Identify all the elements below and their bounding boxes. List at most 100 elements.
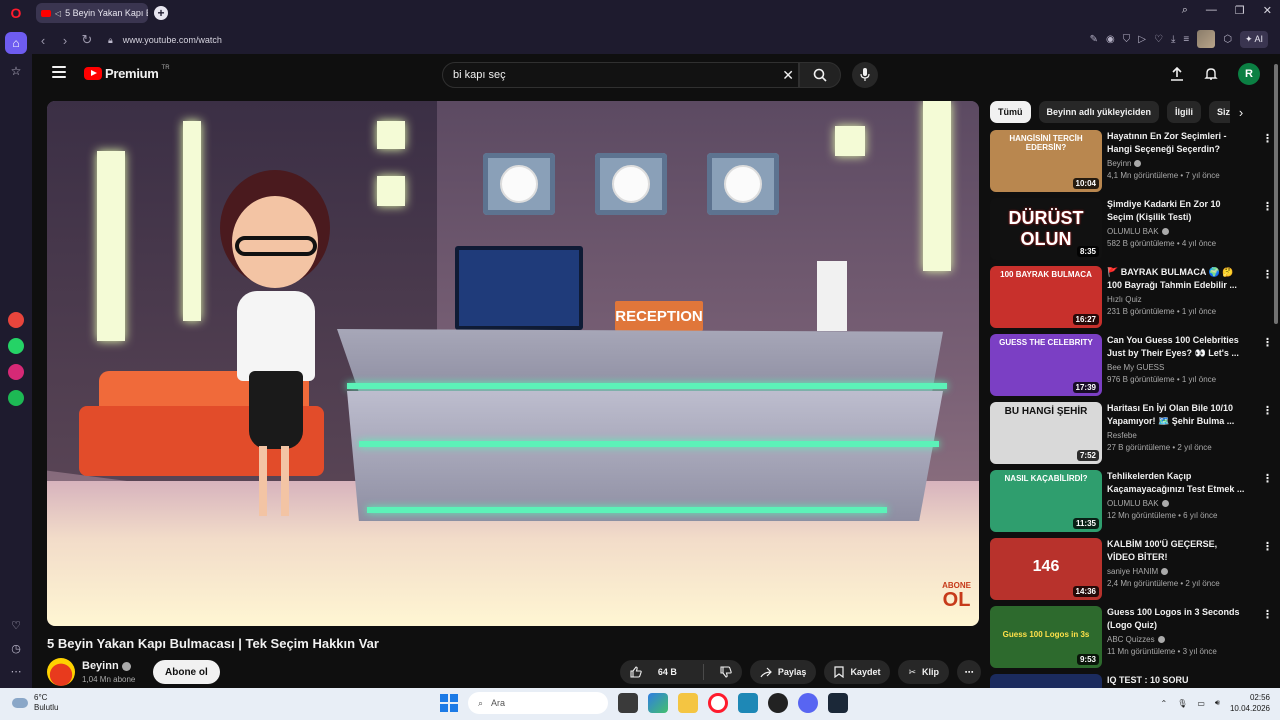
- favorite-icon[interactable]: ♡: [1154, 34, 1163, 45]
- more-actions-button[interactable]: ⋯: [957, 660, 981, 684]
- heart-icon[interactable]: ♡: [11, 619, 21, 632]
- video-thumbnail[interactable]: Guess 100 Logos in 3s 9:53: [990, 606, 1102, 668]
- more-options-icon[interactable]: ⋮: [1262, 336, 1272, 349]
- video-player[interactable]: RECEPTION ABONE OL: [47, 101, 979, 626]
- recommendation-channel[interactable]: ABC Quizzes: [1107, 635, 1155, 644]
- more-options-icon[interactable]: ⋮: [1262, 200, 1272, 213]
- recommendation-item[interactable]: IQ TEST : 10 SORU: [990, 674, 1272, 688]
- channel-avatar[interactable]: [47, 658, 75, 686]
- bookmarks-star-icon[interactable]: ☆: [5, 60, 27, 82]
- home-icon[interactable]: ⌂: [5, 32, 27, 54]
- chip-from-uploader[interactable]: Beyinn adlı yükleyiciden: [1038, 101, 1160, 123]
- recommendation-title[interactable]: Haritası En İyi Olan Bile 10/10 Yapamıyo…: [1107, 402, 1247, 428]
- recommendation-channel[interactable]: Beyinn: [1107, 159, 1131, 168]
- recommendation-item[interactable]: BU HANGİ ŞEHİR 7:52 Haritası En İyi Olan…: [990, 402, 1272, 470]
- forward-icon[interactable]: ›: [54, 33, 76, 48]
- network-icon[interactable]: ▭: [1197, 699, 1205, 708]
- weather-widget[interactable]: 6°C Bulutlu: [12, 693, 58, 713]
- maximize-button[interactable]: ❐: [1235, 4, 1245, 17]
- search-tabs-icon[interactable]: ⌕: [1182, 4, 1188, 17]
- chips-next-arrow-icon[interactable]: ›: [1230, 101, 1252, 123]
- microphone-tray-icon[interactable]: 🎙︎: [1177, 699, 1187, 708]
- recommendation-channel[interactable]: Hızlı Quiz: [1107, 295, 1142, 304]
- video-thumbnail[interactable]: 146 14:36: [990, 538, 1102, 600]
- recommendation-channel[interactable]: Bee My GUESS: [1107, 363, 1164, 372]
- recommendation-item[interactable]: GUESS THE CELEBRITY 17:39 Can You Guess …: [990, 334, 1272, 402]
- browser-tab-active[interactable]: ◁ 5 Beyin Yakan Kapı Bu: [36, 3, 148, 23]
- like-button[interactable]: 64 B: [620, 660, 697, 684]
- recommendation-item[interactable]: 146 14:36 KALBİM 100'Ü GEÇERSE, VİDEO Bİ…: [990, 538, 1272, 606]
- instagram-icon[interactable]: [8, 364, 24, 380]
- recommendation-title[interactable]: Can You Guess 100 Celebrities Just by Th…: [1107, 334, 1247, 360]
- youtube-premium-logo[interactable]: Premium TR: [84, 65, 170, 81]
- recommendation-title[interactable]: Tehlikelerden Kaçıp Kaçamayacağınızı Tes…: [1107, 470, 1247, 496]
- opera-logo-icon[interactable]: O: [0, 0, 32, 26]
- tray-chevron-icon[interactable]: ⌃: [1160, 699, 1167, 708]
- more-options-icon[interactable]: ⋮: [1262, 608, 1272, 621]
- new-tab-button[interactable]: +: [154, 6, 168, 20]
- chip-all[interactable]: Tümü: [990, 101, 1031, 123]
- recommendation-title[interactable]: IQ TEST : 10 SORU: [1107, 674, 1247, 687]
- ai-button[interactable]: ✦ AI: [1239, 30, 1268, 48]
- browser-taskbar-icon[interactable]: [738, 693, 758, 713]
- more-options-icon[interactable]: ⋮: [1262, 540, 1272, 553]
- search-button[interactable]: [799, 62, 841, 88]
- volume-icon[interactable]: 🔊︎: [1215, 698, 1220, 708]
- clear-search-icon[interactable]: ✕: [782, 67, 794, 84]
- minimize-button[interactable]: —: [1206, 4, 1217, 17]
- recommendation-title[interactable]: Şimdiye Kadarki En Zor 10 Seçim (Kişilik…: [1107, 198, 1247, 224]
- recommendation-item[interactable]: NASIL KAÇABİLİRDİ? 11:35 Tehlikelerden K…: [990, 470, 1272, 538]
- start-windows-icon[interactable]: [440, 694, 458, 712]
- speaker-icon[interactable]: ◁: [55, 9, 61, 18]
- upload-icon[interactable]: [1170, 67, 1184, 81]
- share-button[interactable]: Paylaş: [749, 660, 817, 684]
- close-window-button[interactable]: ✕: [1263, 4, 1272, 17]
- steam-icon[interactable]: [828, 693, 848, 713]
- video-thumbnail[interactable]: DÜRÜST OLUN 8:35: [990, 198, 1102, 260]
- recommendation-item[interactable]: 100 BAYRAK BULMACA 16:27 🚩 BAYRAK BULMAC…: [990, 266, 1272, 334]
- video-thumbnail[interactable]: BU HANGİ ŞEHİR 7:52: [990, 402, 1102, 464]
- recommendation-channel[interactable]: Resfebe: [1107, 431, 1137, 440]
- recommendation-item[interactable]: Guess 100 Logos in 3s 9:53 Guess 100 Log…: [990, 606, 1272, 674]
- more-options-icon[interactable]: ⋮: [1262, 404, 1272, 417]
- dislike-button[interactable]: [710, 660, 742, 684]
- taskbar-search-input[interactable]: ⌕ Ara: [468, 692, 608, 714]
- recommendation-item[interactable]: HANGİSİNİ TERCİH EDERSİN? 10:04 Hayatını…: [990, 130, 1272, 198]
- player-icon[interactable]: ▷: [1138, 34, 1146, 45]
- lock-icon[interactable]: 🔒︎: [108, 35, 113, 46]
- camera-icon[interactable]: ◉: [1106, 34, 1115, 45]
- recommendation-title[interactable]: Guess 100 Logos in 3 Seconds (Logo Quiz): [1107, 606, 1247, 632]
- recommendation-channel[interactable]: OLUMLU BAK: [1107, 499, 1159, 508]
- recommendation-title[interactable]: KALBİM 100'Ü GEÇERSE, VİDEO BİTER!: [1107, 538, 1247, 564]
- whatsapp-icon[interactable]: [8, 338, 24, 354]
- spotify-icon[interactable]: [8, 390, 24, 406]
- gmail-icon[interactable]: [8, 312, 24, 328]
- task-view-icon[interactable]: [618, 693, 638, 713]
- notifications-bell-icon[interactable]: [1204, 67, 1218, 81]
- more-options-icon[interactable]: ⋯: [11, 665, 22, 678]
- copilot-icon[interactable]: [648, 693, 668, 713]
- recommendation-item[interactable]: DÜRÜST OLUN 8:35 Şimdiye Kadarki En Zor …: [990, 198, 1272, 266]
- video-thumbnail[interactable]: 100 BAYRAK BULMACA 16:27: [990, 266, 1102, 328]
- opera-taskbar-icon[interactable]: [708, 693, 728, 713]
- recommendation-channel[interactable]: OLUMLU BAK: [1107, 227, 1159, 236]
- hamburger-menu-icon[interactable]: [52, 66, 66, 80]
- subscribe-watermark[interactable]: ABONE OL: [942, 582, 971, 611]
- download-icon[interactable]: ⤓: [1171, 34, 1175, 45]
- clip-button[interactable]: ✂ Klip: [898, 660, 949, 684]
- channel-name-link[interactable]: Beyinn: [82, 660, 131, 672]
- video-thumbnail[interactable]: HANGİSİNİ TERCİH EDERSİN? 10:04: [990, 130, 1102, 192]
- subscribe-button[interactable]: Abone ol: [153, 660, 220, 684]
- voice-search-button[interactable]: [852, 62, 878, 88]
- app-taskbar-icon[interactable]: [768, 693, 788, 713]
- chip-related[interactable]: İlgili: [1167, 101, 1202, 123]
- recommendation-title[interactable]: Hayatının En Zor Seçimleri - Hangi Seçen…: [1107, 130, 1247, 156]
- video-thumbnail[interactable]: NASIL KAÇABİLİRDİ? 11:35: [990, 470, 1102, 532]
- shield-icon[interactable]: ⛉: [1123, 34, 1131, 45]
- reload-icon[interactable]: ↻: [76, 32, 98, 48]
- taskbar-clock[interactable]: 02:56 10.04.2026: [1230, 692, 1270, 714]
- video-thumbnail[interactable]: [990, 674, 1102, 688]
- recommendation-title[interactable]: 🚩 BAYRAK BULMACA 🌍 🤔 100 Bayrağı Tahmin …: [1107, 266, 1247, 292]
- more-options-icon[interactable]: ⋮: [1262, 268, 1272, 281]
- discord-icon[interactable]: [798, 693, 818, 713]
